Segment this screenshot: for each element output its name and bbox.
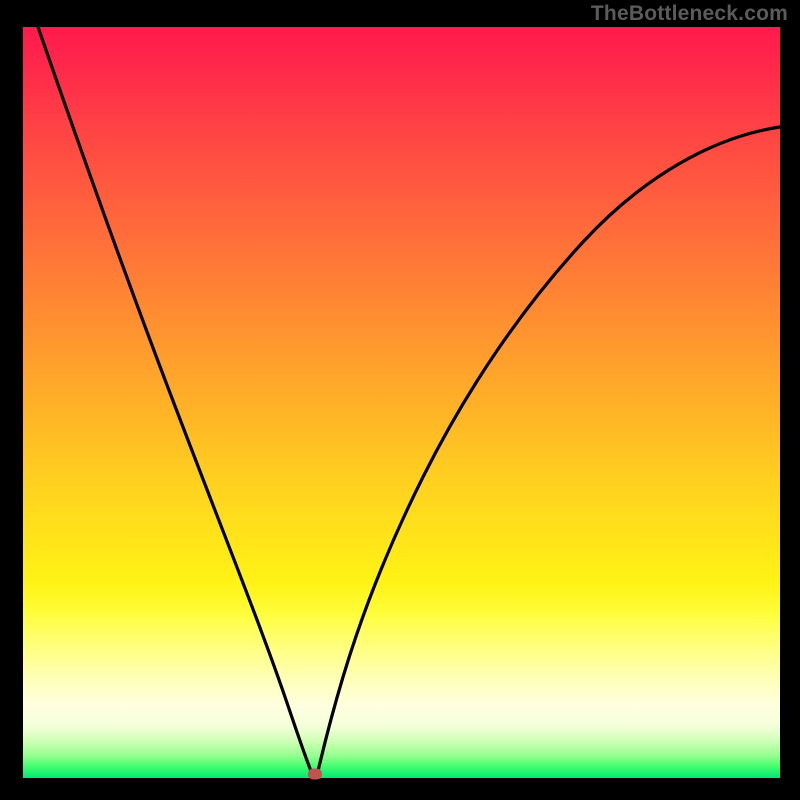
minimum-marker (308, 769, 322, 780)
chart-frame: TheBottleneck.com (0, 0, 800, 800)
curve-layer (23, 27, 780, 778)
curve-left (38, 27, 313, 775)
curve-right (317, 127, 780, 775)
attribution-label: TheBottleneck.com (591, 2, 788, 26)
plot-area (23, 27, 780, 778)
